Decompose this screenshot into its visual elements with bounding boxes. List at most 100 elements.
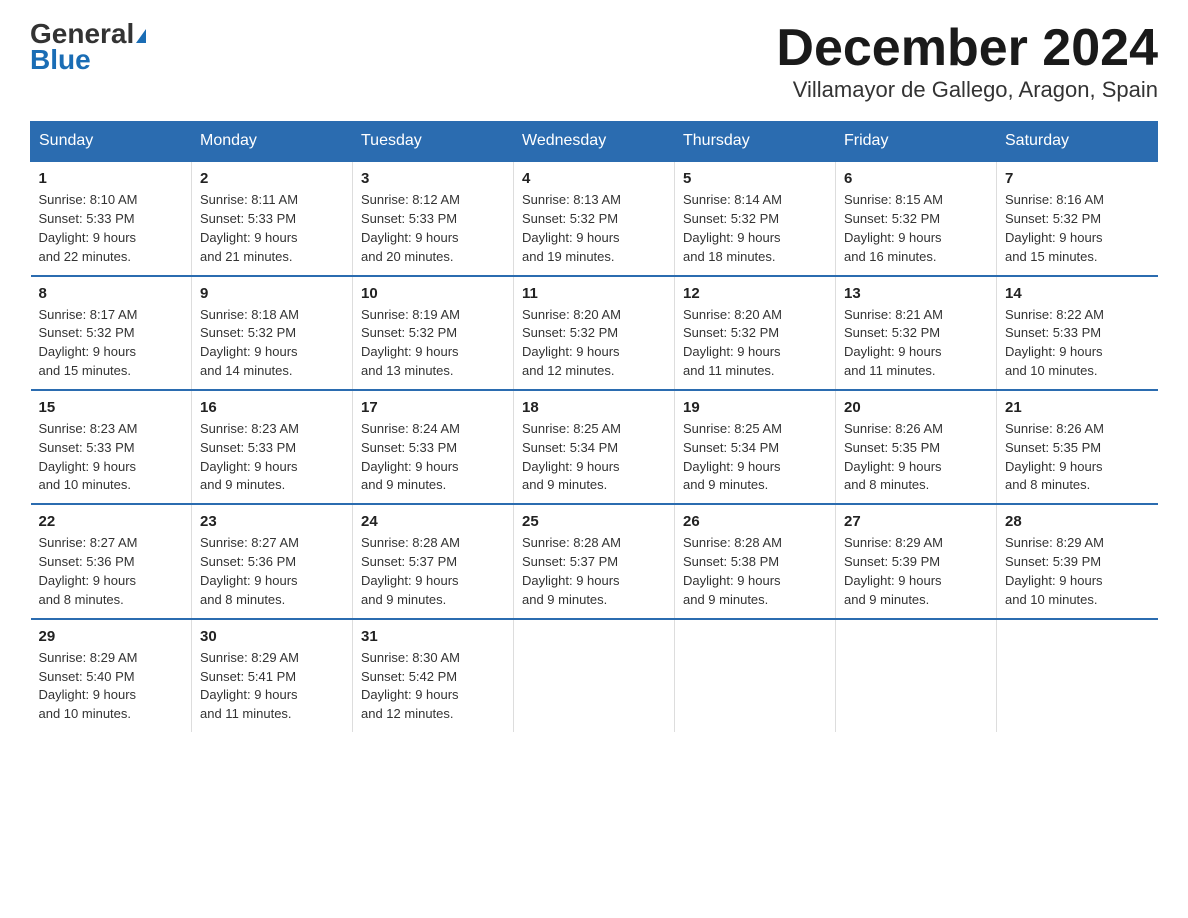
day-info: Sunrise: 8:28 AMSunset: 5:37 PMDaylight:…: [361, 534, 505, 609]
page-title: December 2024: [776, 20, 1158, 77]
calendar-week-row: 1 Sunrise: 8:10 AMSunset: 5:33 PMDaylight…: [31, 161, 1158, 275]
calendar-day-cell: 11 Sunrise: 8:20 AMSunset: 5:32 PMDayligh…: [514, 276, 675, 390]
calendar-day-cell: 19Sunrise: 8:25 AMSunset: 5:34 PMDayligh…: [675, 390, 836, 504]
calendar-day-cell: 28 Sunrise: 8:29 AMSunset: 5:39 PMDayligh…: [997, 504, 1158, 618]
day-number: 12: [683, 285, 827, 302]
day-number: 30: [200, 628, 344, 645]
page-subtitle: Villamayor de Gallego, Aragon, Spain: [776, 77, 1158, 103]
calendar-day-cell: 15Sunrise: 8:23 AMSunset: 5:33 PMDayligh…: [31, 390, 192, 504]
calendar-day-cell: 16 Sunrise: 8:23 AMSunset: 5:33 PMDayligh…: [192, 390, 353, 504]
day-number: 6: [844, 170, 988, 187]
day-number: 3: [361, 170, 505, 187]
day-info: Sunrise: 8:28 AMSunset: 5:37 PMDaylight:…: [522, 534, 666, 609]
day-info: Sunrise: 8:28 AMSunset: 5:38 PMDaylight:…: [683, 534, 827, 609]
calendar-day-cell: 24 Sunrise: 8:28 AMSunset: 5:37 PMDayligh…: [353, 504, 514, 618]
day-info: Sunrise: 8:16 AMSunset: 5:32 PMDaylight:…: [1005, 191, 1150, 266]
calendar-day-cell: 22 Sunrise: 8:27 AMSunset: 5:36 PMDayligh…: [31, 504, 192, 618]
day-info: Sunrise: 8:29 AMSunset: 5:39 PMDaylight:…: [1005, 534, 1150, 609]
day-number: 28: [1005, 513, 1150, 530]
calendar-day-cell: 31 Sunrise: 8:30 AMSunset: 5:42 PMDayligh…: [353, 619, 514, 732]
day-number: 1: [39, 170, 184, 187]
day-number: 16: [200, 399, 344, 416]
page-header: General Blue December 2024 Villamayor de…: [30, 20, 1158, 103]
day-number: 7: [1005, 170, 1150, 187]
day-info: Sunrise: 8:23 AMSunset: 5:33 PMDaylight:…: [39, 420, 184, 495]
calendar-day-cell: 26 Sunrise: 8:28 AMSunset: 5:38 PMDayligh…: [675, 504, 836, 618]
day-number: 18: [522, 399, 666, 416]
calendar-table: SundayMondayTuesdayWednesdayThursdayFrid…: [30, 121, 1158, 732]
day-number: 22: [39, 513, 184, 530]
day-info: Sunrise: 8:29 AMSunset: 5:41 PMDaylight:…: [200, 649, 344, 724]
calendar-header-row: SundayMondayTuesdayWednesdayThursdayFrid…: [31, 122, 1158, 162]
calendar-day-cell: 7 Sunrise: 8:16 AMSunset: 5:32 PMDaylight…: [997, 161, 1158, 275]
day-number: 24: [361, 513, 505, 530]
calendar-day-cell: 4Sunrise: 8:13 AMSunset: 5:32 PMDaylight…: [514, 161, 675, 275]
day-info: Sunrise: 8:10 AMSunset: 5:33 PMDaylight:…: [39, 191, 184, 266]
calendar-day-cell: 23Sunrise: 8:27 AMSunset: 5:36 PMDayligh…: [192, 504, 353, 618]
calendar-header-cell: Thursday: [675, 122, 836, 162]
day-number: 17: [361, 399, 505, 416]
day-number: 31: [361, 628, 505, 645]
day-info: Sunrise: 8:26 AMSunset: 5:35 PMDaylight:…: [844, 420, 988, 495]
day-number: 9: [200, 285, 344, 302]
calendar-header-cell: Monday: [192, 122, 353, 162]
day-number: 25: [522, 513, 666, 530]
calendar-day-cell: 25 Sunrise: 8:28 AMSunset: 5:37 PMDayligh…: [514, 504, 675, 618]
calendar-day-cell: 8Sunrise: 8:17 AMSunset: 5:32 PMDaylight…: [31, 276, 192, 390]
calendar-week-row: 8Sunrise: 8:17 AMSunset: 5:32 PMDaylight…: [31, 276, 1158, 390]
title-block: December 2024 Villamayor de Gallego, Ara…: [776, 20, 1158, 103]
logo-line2: Blue: [30, 44, 91, 76]
day-info: Sunrise: 8:14 AMSunset: 5:32 PMDaylight:…: [683, 191, 827, 266]
day-number: 19: [683, 399, 827, 416]
day-number: 14: [1005, 285, 1150, 302]
calendar-week-row: 15Sunrise: 8:23 AMSunset: 5:33 PMDayligh…: [31, 390, 1158, 504]
calendar-header-cell: Saturday: [997, 122, 1158, 162]
day-number: 2: [200, 170, 344, 187]
calendar-day-cell: 1 Sunrise: 8:10 AMSunset: 5:33 PMDaylight…: [31, 161, 192, 275]
day-info: Sunrise: 8:15 AMSunset: 5:32 PMDaylight:…: [844, 191, 988, 266]
calendar-day-cell: [675, 619, 836, 732]
calendar-day-cell: 27Sunrise: 8:29 AMSunset: 5:39 PMDayligh…: [836, 504, 997, 618]
day-info: Sunrise: 8:30 AMSunset: 5:42 PMDaylight:…: [361, 649, 505, 724]
day-number: 21: [1005, 399, 1150, 416]
day-number: 4: [522, 170, 666, 187]
day-info: Sunrise: 8:27 AMSunset: 5:36 PMDaylight:…: [200, 534, 344, 609]
calendar-day-cell: 21Sunrise: 8:26 AMSunset: 5:35 PMDayligh…: [997, 390, 1158, 504]
day-info: Sunrise: 8:25 AMSunset: 5:34 PMDaylight:…: [522, 420, 666, 495]
calendar-week-row: 29Sunrise: 8:29 AMSunset: 5:40 PMDayligh…: [31, 619, 1158, 732]
day-number: 11: [522, 285, 666, 302]
day-info: Sunrise: 8:29 AMSunset: 5:40 PMDaylight:…: [39, 649, 184, 724]
day-info: Sunrise: 8:27 AMSunset: 5:36 PMDaylight:…: [39, 534, 184, 609]
logo-triangle-icon: [136, 29, 146, 43]
day-info: Sunrise: 8:29 AMSunset: 5:39 PMDaylight:…: [844, 534, 988, 609]
calendar-day-cell: 5 Sunrise: 8:14 AMSunset: 5:32 PMDaylight…: [675, 161, 836, 275]
calendar-day-cell: 13Sunrise: 8:21 AMSunset: 5:32 PMDayligh…: [836, 276, 997, 390]
calendar-header-cell: Friday: [836, 122, 997, 162]
day-info: Sunrise: 8:19 AMSunset: 5:32 PMDaylight:…: [361, 306, 505, 381]
calendar-day-cell: 30 Sunrise: 8:29 AMSunset: 5:41 PMDayligh…: [192, 619, 353, 732]
calendar-day-cell: 10 Sunrise: 8:19 AMSunset: 5:32 PMDayligh…: [353, 276, 514, 390]
calendar-day-cell: 2Sunrise: 8:11 AMSunset: 5:33 PMDaylight…: [192, 161, 353, 275]
calendar-week-row: 22 Sunrise: 8:27 AMSunset: 5:36 PMDayligh…: [31, 504, 1158, 618]
day-number: 20: [844, 399, 988, 416]
day-number: 5: [683, 170, 827, 187]
calendar-day-cell: 6 Sunrise: 8:15 AMSunset: 5:32 PMDaylight…: [836, 161, 997, 275]
calendar-day-cell: 9 Sunrise: 8:18 AMSunset: 5:32 PMDaylight…: [192, 276, 353, 390]
day-number: 8: [39, 285, 184, 302]
day-info: Sunrise: 8:12 AMSunset: 5:33 PMDaylight:…: [361, 191, 505, 266]
day-info: Sunrise: 8:22 AMSunset: 5:33 PMDaylight:…: [1005, 306, 1150, 381]
calendar-day-cell: 14 Sunrise: 8:22 AMSunset: 5:33 PMDayligh…: [997, 276, 1158, 390]
day-info: Sunrise: 8:21 AMSunset: 5:32 PMDaylight:…: [844, 306, 988, 381]
calendar-day-cell: 20 Sunrise: 8:26 AMSunset: 5:35 PMDayligh…: [836, 390, 997, 504]
calendar-day-cell: 18 Sunrise: 8:25 AMSunset: 5:34 PMDayligh…: [514, 390, 675, 504]
calendar-header-cell: Sunday: [31, 122, 192, 162]
calendar-day-cell: 29Sunrise: 8:29 AMSunset: 5:40 PMDayligh…: [31, 619, 192, 732]
day-info: Sunrise: 8:20 AMSunset: 5:32 PMDaylight:…: [522, 306, 666, 381]
day-number: 26: [683, 513, 827, 530]
day-info: Sunrise: 8:23 AMSunset: 5:33 PMDaylight:…: [200, 420, 344, 495]
calendar-day-cell: [514, 619, 675, 732]
day-number: 10: [361, 285, 505, 302]
day-info: Sunrise: 8:24 AMSunset: 5:33 PMDaylight:…: [361, 420, 505, 495]
calendar-day-cell: 17 Sunrise: 8:24 AMSunset: 5:33 PMDayligh…: [353, 390, 514, 504]
day-info: Sunrise: 8:18 AMSunset: 5:32 PMDaylight:…: [200, 306, 344, 381]
